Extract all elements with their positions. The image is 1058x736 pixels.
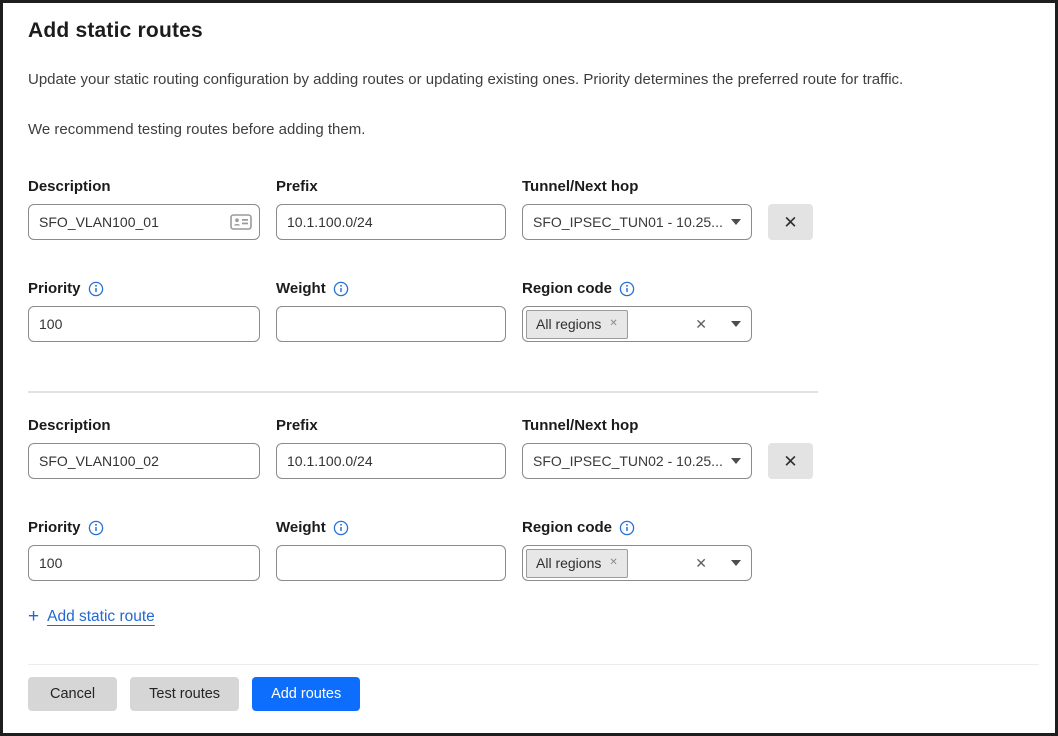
region-chip-label: All regions (536, 316, 601, 332)
route-1-sub-row: Priority (28, 280, 1027, 342)
add-static-routes-dialog: Add static routes Update your static rou… (0, 0, 1058, 736)
weight-field-2: Weight (276, 519, 506, 581)
remove-route-button[interactable]: ✕ (768, 443, 813, 479)
info-icon[interactable] (619, 520, 635, 536)
info-icon[interactable] (619, 281, 635, 297)
region-chip: All regions ✕ (526, 310, 628, 339)
weight-input[interactable] (276, 545, 506, 581)
section-divider (28, 391, 818, 393)
weight-label-text: Weight (276, 519, 326, 536)
description-label: Description (28, 417, 260, 434)
priority-label: Priority (28, 519, 260, 536)
info-icon[interactable] (88, 281, 104, 297)
region-multiselect[interactable]: All regions ✕ ✕ (522, 545, 752, 581)
chevron-down-icon (731, 321, 741, 327)
route-2-main-row: Description Prefix Tunnel/Next hop SFO_I… (28, 417, 1027, 479)
footer-divider (28, 664, 1039, 665)
priority-label: Priority (28, 280, 260, 297)
clear-selection-icon[interactable]: ✕ (695, 556, 707, 570)
route-2-sub-row: Priority (28, 519, 1027, 581)
prefix-label: Prefix (276, 417, 506, 434)
region-code-label: Region code (522, 280, 752, 297)
info-icon[interactable] (333, 281, 349, 297)
cancel-button[interactable]: Cancel (28, 677, 117, 711)
clear-selection-icon[interactable]: ✕ (695, 317, 707, 331)
priority-input[interactable] (28, 306, 260, 342)
region-multiselect[interactable]: All regions ✕ ✕ (522, 306, 752, 342)
chevron-down-icon (731, 458, 741, 464)
priority-field-2: Priority (28, 519, 260, 581)
tunnel-select[interactable]: SFO_IPSEC_TUN02 - 10.25... (522, 443, 752, 479)
dialog-content: Add static routes Update your static rou… (3, 3, 1055, 627)
prefix-field-1: Prefix (276, 178, 506, 240)
region-code-label-text: Region code (522, 280, 612, 297)
route-entry-2: Description Prefix Tunnel/Next hop SFO_I… (28, 417, 1027, 581)
add-static-route-link[interactable]: + Add static route (28, 607, 155, 626)
tunnel-field-2: Tunnel/Next hop SFO_IPSEC_TUN02 - 10.25.… (522, 417, 752, 479)
tunnel-label: Tunnel/Next hop (522, 417, 752, 434)
description-field-1: Description (28, 178, 260, 240)
region-chip-label: All regions (536, 555, 601, 571)
region-chip: All regions ✕ (526, 549, 628, 578)
priority-label-text: Priority (28, 519, 81, 536)
weight-label: Weight (276, 280, 506, 297)
tunnel-field-1: Tunnel/Next hop SFO_IPSEC_TUN01 - 10.25.… (522, 178, 752, 240)
add-static-route-label: Add static route (47, 608, 155, 626)
prefix-label: Prefix (276, 178, 506, 195)
prefix-input[interactable] (276, 204, 506, 240)
route-1-main-row: Description (28, 178, 1027, 240)
description-field-2: Description (28, 417, 260, 479)
description-input[interactable] (28, 204, 260, 240)
region-field-1: Region code All regions ✕ (522, 280, 752, 342)
add-routes-button[interactable]: Add routes (252, 677, 360, 711)
plus-icon: + (28, 607, 39, 626)
tunnel-selected-value: SFO_IPSEC_TUN02 - 10.25... (533, 453, 723, 469)
priority-field-1: Priority (28, 280, 260, 342)
tunnel-label: Tunnel/Next hop (522, 178, 752, 195)
chevron-down-icon (731, 219, 741, 225)
tunnel-select[interactable]: SFO_IPSEC_TUN01 - 10.25... (522, 204, 752, 240)
weight-input[interactable] (276, 306, 506, 342)
remove-route-button[interactable]: ✕ (768, 204, 813, 240)
prefix-input[interactable] (276, 443, 506, 479)
region-code-label: Region code (522, 519, 752, 536)
route-entry-1: Description (28, 178, 1027, 342)
page-title: Add static routes (28, 19, 1027, 43)
test-routes-button[interactable]: Test routes (130, 677, 239, 711)
region-field-2: Region code All regions ✕ (522, 519, 752, 581)
priority-input[interactable] (28, 545, 260, 581)
description-input[interactable] (28, 443, 260, 479)
dialog-footer: Cancel Test routes Add routes (28, 664, 1039, 711)
weight-field-1: Weight (276, 280, 506, 342)
priority-label-text: Priority (28, 280, 81, 297)
prefix-field-2: Prefix (276, 417, 506, 479)
region-code-label-text: Region code (522, 519, 612, 536)
tunnel-selected-value: SFO_IPSEC_TUN01 - 10.25... (533, 214, 723, 230)
chip-remove-icon[interactable]: ✕ (609, 319, 617, 329)
description-label: Description (28, 178, 260, 195)
info-icon[interactable] (333, 520, 349, 536)
contact-card-icon[interactable] (230, 214, 252, 230)
footer-buttons: Cancel Test routes Add routes (28, 677, 1039, 711)
weight-label-text: Weight (276, 280, 326, 297)
weight-label: Weight (276, 519, 506, 536)
chip-remove-icon[interactable]: ✕ (609, 558, 617, 568)
chevron-down-icon (731, 560, 741, 566)
recommendation-text: We recommend testing routes before addin… (28, 120, 1027, 140)
info-icon[interactable] (88, 520, 104, 536)
intro-text: Update your static routing configuration… (28, 70, 1027, 90)
